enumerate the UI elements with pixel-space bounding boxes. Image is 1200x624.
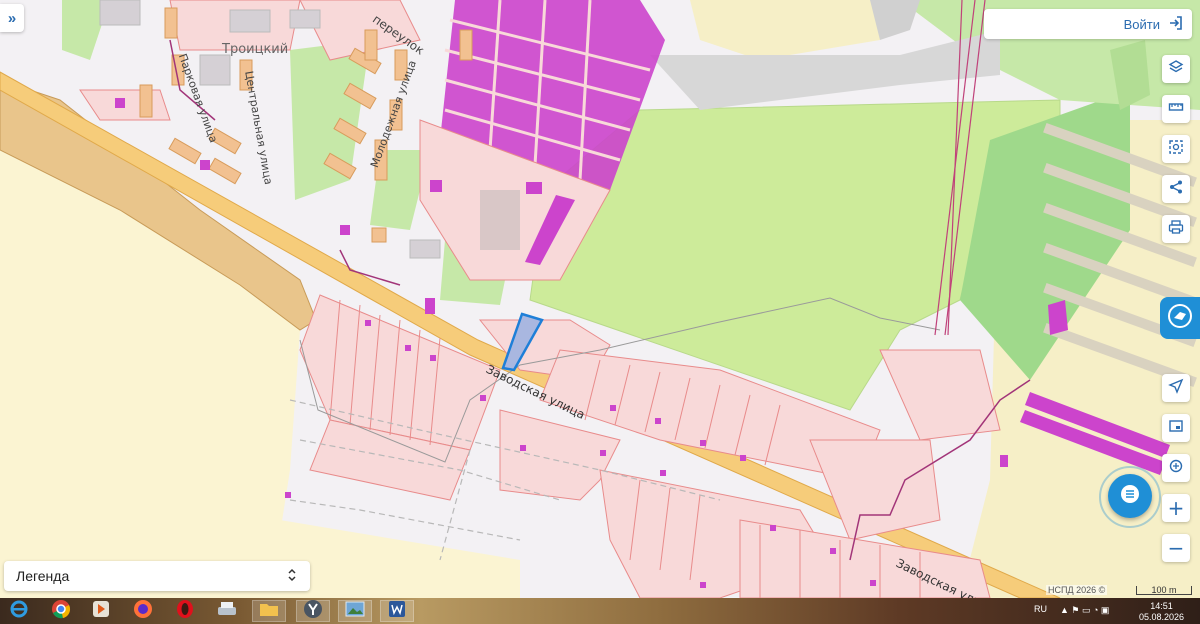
login-label: Войти xyxy=(1123,16,1160,32)
clock-date: 05.08.2026 xyxy=(1138,612,1184,622)
ie-button[interactable] xyxy=(2,600,36,622)
share-icon xyxy=(1168,179,1184,199)
chrome-button[interactable] xyxy=(44,599,78,624)
system-tray: RU ▲ ⚑ ▭ ◔ ▣ 14:51 05.08.2026 xyxy=(1020,598,1200,624)
menu-fab-button[interactable] xyxy=(1108,474,1152,518)
word-button[interactable] xyxy=(380,600,414,622)
print-icon xyxy=(1168,219,1184,239)
photos-icon xyxy=(344,599,366,624)
legend-dropdown[interactable]: Легенда xyxy=(4,561,310,591)
print-button[interactable] xyxy=(1162,215,1190,243)
select-area-icon xyxy=(1168,139,1184,159)
side-panel-tab[interactable] xyxy=(1160,297,1200,339)
menu-lines-icon xyxy=(1119,483,1141,510)
login-icon xyxy=(1168,15,1184,34)
explorer-button[interactable] xyxy=(252,600,286,622)
scale-bar: 100 m xyxy=(1136,586,1192,595)
firefox-button[interactable] xyxy=(126,599,160,624)
attribution-text: НСПД 2026 © xyxy=(1046,585,1108,595)
zoom-out-button[interactable]: − xyxy=(1162,534,1190,562)
chevron-up-down-icon xyxy=(286,568,298,585)
taskbar: RU ▲ ⚑ ▭ ◔ ▣ 14:51 05.08.2026 xyxy=(0,598,1200,624)
scanner-button[interactable] xyxy=(210,600,244,622)
word-icon xyxy=(387,599,407,624)
map-canvas[interactable]: Троицкий переулок Парковая улица Централ… xyxy=(0,0,1200,598)
yandex-button[interactable] xyxy=(296,599,330,624)
yandex-icon xyxy=(303,599,323,624)
media-player-button[interactable] xyxy=(84,600,118,622)
clock-time: 14:51 xyxy=(1150,601,1173,611)
layers-icon xyxy=(1168,59,1184,79)
opera-button[interactable] xyxy=(168,599,202,624)
legend-label: Легенда xyxy=(16,568,70,584)
ruler-icon xyxy=(1168,99,1184,119)
tray-icons[interactable]: ▲ ⚑ ▭ ◔ ▣ xyxy=(1060,605,1109,616)
navigate-icon xyxy=(1168,378,1184,398)
photos-button[interactable] xyxy=(338,600,372,622)
explorer-icon xyxy=(258,599,280,624)
chrome-icon xyxy=(51,599,71,624)
login-button[interactable]: Войти xyxy=(984,9,1192,39)
map-layer xyxy=(0,0,1200,598)
scanner-icon xyxy=(216,599,238,624)
expand-panel-button[interactable]: » xyxy=(0,4,24,32)
opera-icon xyxy=(175,599,195,624)
clock[interactable]: 14:51 05.08.2026 xyxy=(1139,601,1184,623)
window-icon xyxy=(1168,418,1184,438)
location-icon xyxy=(1168,458,1184,478)
share-button[interactable] xyxy=(1162,175,1190,203)
measure-button[interactable] xyxy=(1162,95,1190,123)
navigate-button[interactable] xyxy=(1162,374,1190,402)
language-indicator[interactable]: RU xyxy=(1034,604,1047,614)
nspd-logo-icon xyxy=(1166,302,1194,335)
ie-icon xyxy=(9,599,29,624)
zoom-in-button[interactable]: + xyxy=(1162,494,1190,522)
select-area-button[interactable] xyxy=(1162,135,1190,163)
layers-button[interactable] xyxy=(1162,55,1190,83)
zoom-out-icon: − xyxy=(1167,536,1185,560)
firefox-icon xyxy=(133,599,153,624)
location-button[interactable] xyxy=(1162,454,1190,482)
double-chevron-right-icon: » xyxy=(7,9,17,27)
media-player-icon xyxy=(91,599,111,624)
minimap-button[interactable] xyxy=(1162,414,1190,442)
zoom-in-icon: + xyxy=(1167,496,1185,520)
